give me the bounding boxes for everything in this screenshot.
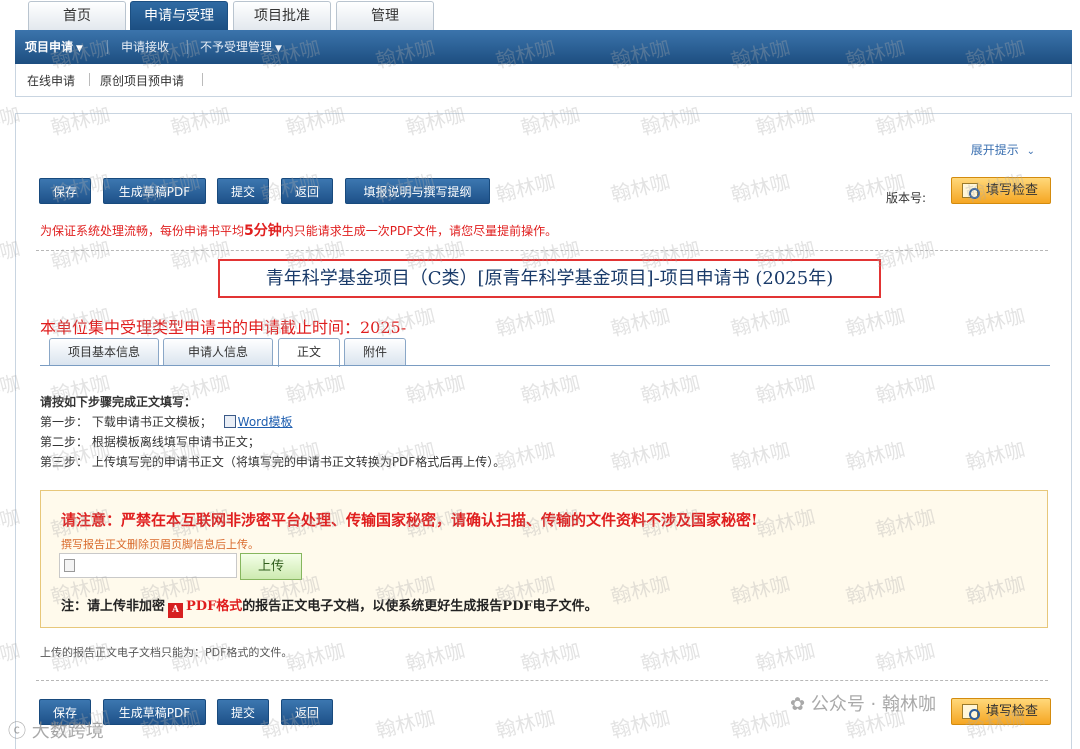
main-panel: 展开提示 ⌄ 保存 生成草稿PDF 提交 返回 填报说明与撰写提纲 版本号: 填… (15, 113, 1072, 749)
notice-highlight: 5分钟 (244, 223, 282, 239)
top-tab-bar: 首页 申请与受理 项目批准 管理 (0, 0, 1080, 30)
save-button[interactable]: 保存 (39, 178, 91, 204)
double-chevron-down-icon: ⌄ (1026, 146, 1035, 157)
fill-check-label: 填写检查 (986, 704, 1039, 719)
notice-text: 内只能请求生成一次PDF文件，请您尽量提前操作。 (281, 224, 558, 238)
upload-warning-box: 请注意：严禁在本互联网非涉密平台处理、传输国家秘密，请确认扫描、传输的文件资料不… (40, 490, 1048, 628)
form-title: 青年科学基金项目（C类）[原青年科学基金项目]-项目申请书 (2025年) (218, 259, 881, 298)
magnifier-icon (962, 183, 980, 199)
divider (40, 365, 1050, 366)
note-pdf-format: PDF格式 (186, 599, 243, 614)
expand-tips-label: 展开提示 (970, 143, 1019, 157)
fill-check-label: 填写检查 (986, 183, 1039, 198)
sub-navigation: 项目申请 ▼ 申请接收 不予受理管理 ▼ (15, 30, 1072, 64)
divider (36, 250, 1048, 251)
chevron-down-icon: ▼ (76, 44, 83, 54)
file-icon (64, 559, 75, 572)
steps-heading: 请按如下步骤完成正文填写： (40, 395, 197, 409)
word-document-icon (223, 415, 236, 428)
tab-applicant-info[interactable]: 申请人信息 (163, 338, 273, 366)
security-warning: 请注意：严禁在本互联网非涉密平台处理、传输国家秘密，请确认扫描、传输的文件资料不… (61, 511, 758, 529)
word-template-link[interactable]: Word模板 (223, 415, 293, 429)
pdf-format-note: 注：请上传非加密 A PDF格式的报告正文电子文档，以使系统更好生成报告PDF电子文… (61, 595, 598, 618)
deadline-text: 本单位集中受理类型申请书的申请截止时间：2025- (40, 318, 407, 337)
tab-home[interactable]: 首页 (28, 1, 126, 30)
subnav-apply-receive[interactable]: 申请接收 (121, 30, 169, 64)
chevron-down-icon: ▼ (275, 44, 282, 54)
upload-button[interactable]: 上传 (240, 553, 302, 580)
fill-check-button[interactable]: 填写检查 (951, 177, 1051, 204)
divider (36, 680, 1048, 681)
subnav-reject-manage[interactable]: 不予受理管理 ▼ (200, 30, 282, 64)
tab-project-approval[interactable]: 项目批准 (233, 1, 331, 30)
note-text: 的报告正文电子文档，以使系统更好生成报告PDF电子文件。 (242, 599, 598, 614)
pdf-limit-notice: 为保证系统处理流畅，每份申请书平均5分钟内只能请求生成一次PDF文件，请您尽量提… (40, 220, 557, 240)
breadcrumb: 在线申请 原创项目预申请 (15, 64, 1072, 97)
step-3: 第三步： 上传填写完的申请书正文（将填写完的申请书正文转换为PDF格式后再上传）… (40, 455, 506, 469)
tab-manage[interactable]: 管理 (336, 1, 434, 30)
subnav-project-apply[interactable]: 项目申请 ▼ (25, 30, 83, 64)
generate-draft-pdf-button[interactable]: 生成草稿PDF (103, 178, 206, 204)
magnifier-icon (962, 704, 980, 720)
tab-project-basic-info[interactable]: 项目基本信息 (49, 338, 159, 366)
save-button-bottom[interactable]: 保存 (39, 699, 91, 725)
word-template-label: Word模板 (237, 415, 293, 429)
upload-format-hint: 上传的报告正文电子文档只能为：PDF格式的文件。 (40, 646, 293, 659)
upload-instruction: 撰写报告正文删除页眉页脚信息后上传。 (61, 538, 259, 551)
fill-check-button-bottom[interactable]: 填写检查 (951, 698, 1051, 725)
tab-apply-accept[interactable]: 申请与受理 (130, 1, 228, 30)
tab-attachments[interactable]: 附件 (344, 338, 406, 366)
expand-tips-link[interactable]: 展开提示 ⌄ (971, 141, 1035, 158)
subnav-label: 不予受理管理 (200, 40, 273, 54)
file-input[interactable] (59, 553, 237, 578)
subnav-label: 项目申请 (25, 40, 74, 54)
step-1: 第一步： 下载申请书正文模板； Word模板 (40, 412, 505, 432)
fill-guide-button[interactable]: 填报说明与撰写提纲 (345, 178, 490, 204)
generate-draft-pdf-button-bottom[interactable]: 生成草稿PDF (103, 699, 206, 725)
divider (107, 40, 108, 54)
divider (89, 73, 90, 86)
note-text: 注：请上传非加密 (61, 599, 166, 614)
notice-text: 为保证系统处理流畅，每份申请书平均 (40, 224, 245, 238)
version-label: 版本号: (886, 191, 927, 205)
submit-button[interactable]: 提交 (217, 178, 269, 204)
step-2: 第二步： 根据模板离线填写申请书正文； (40, 435, 260, 449)
back-button-bottom[interactable]: 返回 (281, 699, 333, 725)
divider (187, 40, 188, 54)
step-text: 第一步： 下载申请书正文模板； (40, 415, 212, 429)
pdf-icon: A (168, 603, 184, 618)
breadcrumb-original-preapply[interactable]: 原创项目预申请 (100, 72, 184, 89)
fill-steps: 请按如下步骤完成正文填写： 第一步： 下载申请书正文模板； Word模板 第二步… (40, 392, 505, 472)
divider (202, 73, 203, 86)
submit-button-bottom[interactable]: 提交 (217, 699, 269, 725)
back-button[interactable]: 返回 (281, 178, 333, 204)
tab-main-text[interactable]: 正文 (278, 338, 340, 367)
breadcrumb-online-apply[interactable]: 在线申请 (27, 72, 75, 89)
